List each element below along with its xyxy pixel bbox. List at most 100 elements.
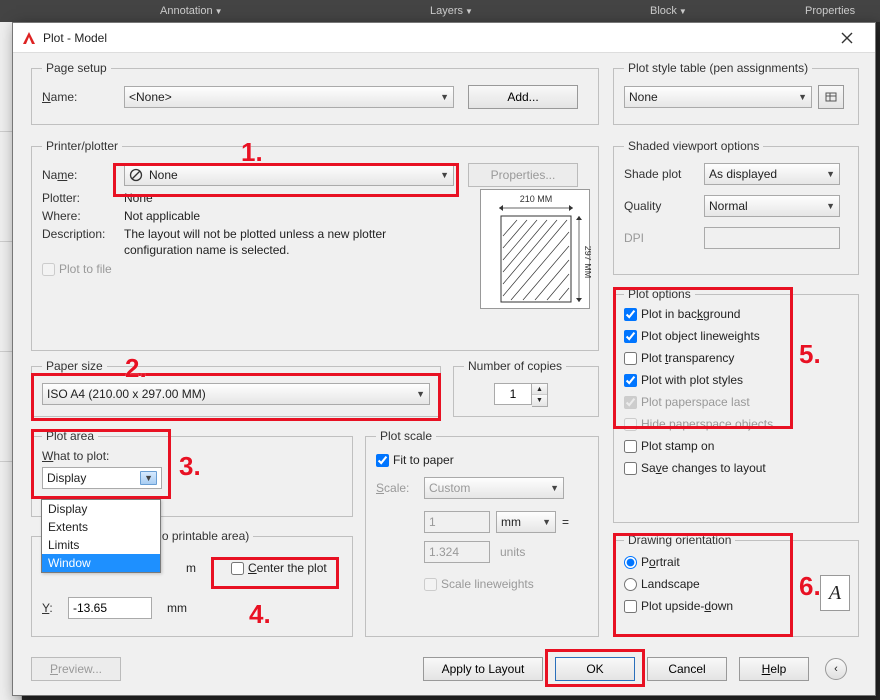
preview-width-label: 210 MM xyxy=(520,194,553,204)
pen-table-icon xyxy=(824,90,838,104)
plot-with-styles-checkbox[interactable]: Plot with plot styles xyxy=(624,373,848,387)
scale-unit-select[interactable]: mm▼ xyxy=(496,511,556,533)
what-to-plot-select[interactable]: Display▼ xyxy=(42,467,162,489)
quality-select[interactable]: Normal▼ xyxy=(704,195,840,217)
plot-style-table-group: Plot style table (pen assignments) None▼ xyxy=(613,61,859,125)
plot-transparency-checkbox[interactable]: Plot transparency xyxy=(624,351,848,365)
dropdown-option[interactable]: Limits xyxy=(42,536,160,554)
orientation-group: Drawing orientation Portrait Landscape P… xyxy=(613,533,859,637)
copies-group: Number of copies ▲▼ xyxy=(453,359,599,417)
upside-down-checkbox[interactable]: Plot upside-down xyxy=(624,599,848,613)
shade-plot-select[interactable]: As displayed▼ xyxy=(704,163,840,185)
plot-area-legend: Plot area xyxy=(42,429,98,443)
dropdown-option[interactable]: Extents xyxy=(42,518,160,536)
plot-area-group: Plot area What to plot: Display▼ Display… xyxy=(31,429,353,517)
plot-scale-legend: Plot scale xyxy=(376,429,436,443)
page-setup-name-label: Name: xyxy=(42,90,124,104)
hide-paperspace-checkbox: Hide paperspace objects xyxy=(624,417,848,431)
close-button[interactable] xyxy=(827,23,867,53)
plot-background-checkbox[interactable]: Plot in background xyxy=(624,307,848,321)
plot-scale-group: Plot scale Fit to paper Scale: Custom▼ m… xyxy=(365,429,599,637)
plot-style-table-legend: Plot style table (pen assignments) xyxy=(624,61,812,75)
printer-name-select[interactable]: None ▼ xyxy=(124,164,454,186)
menu-layers[interactable]: Layers▼ xyxy=(430,5,473,17)
plot-options-legend: Plot options xyxy=(624,287,695,301)
cancel-button[interactable]: Cancel xyxy=(647,657,727,681)
paper-size-group: Paper size ISO A4 (210.00 x 297.00 MM)▼ xyxy=(31,359,441,417)
printer-legend: Printer/plotter xyxy=(42,139,122,153)
dropdown-option[interactable]: Display xyxy=(42,500,160,518)
fit-to-paper-checkbox[interactable]: Fit to paper xyxy=(376,453,588,467)
title-bar: Plot - Model xyxy=(13,23,875,53)
paper-size-legend: Paper size xyxy=(42,359,107,373)
scale-numerator-input xyxy=(424,511,490,533)
plot-style-table-select[interactable]: None▼ xyxy=(624,86,812,108)
shaded-legend: Shaded viewport options xyxy=(624,139,763,153)
help-button[interactable]: Help xyxy=(739,657,809,681)
autocad-icon xyxy=(21,30,37,46)
app-menu-bar: Annotation▼ Layers▼ Block▼ Properties xyxy=(0,0,880,22)
plot-style-edit-button[interactable] xyxy=(818,85,844,109)
apply-to-layout-button[interactable]: Apply to Layout xyxy=(423,657,543,681)
scale-denominator-input xyxy=(424,541,490,563)
paper-size-select[interactable]: ISO A4 (210.00 x 297.00 MM)▼ xyxy=(42,383,430,405)
page-setup-name-select[interactable]: <None>▼ xyxy=(124,86,454,108)
portrait-radio[interactable]: Portrait xyxy=(624,555,848,569)
what-to-plot-dropdown[interactable]: Display Extents Limits Window xyxy=(41,499,161,573)
menu-properties[interactable]: Properties xyxy=(805,5,855,17)
chevron-left-icon: ‹ xyxy=(834,663,838,675)
offset-y-label: Y: xyxy=(42,601,68,615)
shaded-viewport-group: Shaded viewport options Shade plot As di… xyxy=(613,139,859,275)
plotter-value: None xyxy=(124,191,153,205)
printer-properties-button: Properties... xyxy=(468,163,578,187)
where-label: Where: xyxy=(42,209,124,223)
shade-plot-label: Shade plot xyxy=(624,167,704,181)
plot-options-group: Plot options Plot in background Plot obj… xyxy=(613,287,859,523)
scale-select: Custom▼ xyxy=(424,477,564,499)
plot-stamp-checkbox[interactable]: Plot stamp on xyxy=(624,439,848,453)
quality-label: Quality xyxy=(624,199,704,213)
page-setup-add-button[interactable]: Add... xyxy=(468,85,578,109)
dpi-input xyxy=(704,227,840,249)
plot-dialog: Plot - Model Page setup Name: <None>▼ Ad… xyxy=(12,22,876,696)
preview-height-label: 297 MM xyxy=(583,246,591,279)
offset-x-unit: m xyxy=(171,561,211,575)
paper-preview: 210 MM 297 MM xyxy=(480,189,590,309)
what-to-plot-label: What to plot: xyxy=(42,449,342,463)
description-label: Description: xyxy=(42,227,124,241)
spin-down-icon[interactable]: ▼ xyxy=(532,395,547,406)
scale-lineweights-checkbox: Scale lineweights xyxy=(376,577,588,591)
page-setup-legend: Page setup xyxy=(42,61,111,75)
description-value: The layout will not be plotted unless a … xyxy=(124,227,444,258)
printer-plotter-group: Printer/plotter Name: None ▼ Properties.… xyxy=(31,139,599,351)
copies-spinner[interactable]: ▲▼ xyxy=(494,383,548,407)
plot-paperspace-checkbox: Plot paperspace last xyxy=(624,395,848,409)
close-icon xyxy=(841,32,853,44)
collapse-button[interactable]: ‹ xyxy=(825,658,847,680)
ok-button[interactable]: OK xyxy=(555,657,635,681)
copies-legend: Number of copies xyxy=(464,359,566,373)
landscape-radio[interactable]: Landscape xyxy=(624,577,848,591)
dpi-label: DPI xyxy=(624,231,704,245)
menu-block[interactable]: Block▼ xyxy=(650,5,687,17)
printer-name-label: Name: xyxy=(42,168,124,182)
where-value: Not applicable xyxy=(124,209,200,223)
plotter-label: Plotter: xyxy=(42,191,124,205)
preview-button: Preview... xyxy=(31,657,121,681)
printer-none-icon xyxy=(129,168,143,182)
offset-y-unit: mm xyxy=(152,601,202,615)
scale-units-label: units xyxy=(500,545,525,559)
center-plot-checkbox[interactable]: Center the plot xyxy=(231,561,327,575)
dropdown-option-selected[interactable]: Window xyxy=(42,554,160,572)
orientation-icon: A xyxy=(820,575,850,611)
menu-annotation[interactable]: Annotation▼ xyxy=(160,5,223,17)
dialog-title: Plot - Model xyxy=(43,31,107,45)
scale-equals-label: = xyxy=(562,515,569,529)
save-changes-checkbox[interactable]: Save changes to layout xyxy=(624,461,848,475)
page-setup-group: Page setup Name: <None>▼ Add... xyxy=(31,61,599,125)
spin-up-icon[interactable]: ▲ xyxy=(532,384,547,395)
scale-label: Scale: xyxy=(376,481,424,495)
offset-y-input[interactable] xyxy=(68,597,152,619)
orientation-legend: Drawing orientation xyxy=(624,533,735,547)
plot-lineweights-checkbox[interactable]: Plot object lineweights xyxy=(624,329,848,343)
